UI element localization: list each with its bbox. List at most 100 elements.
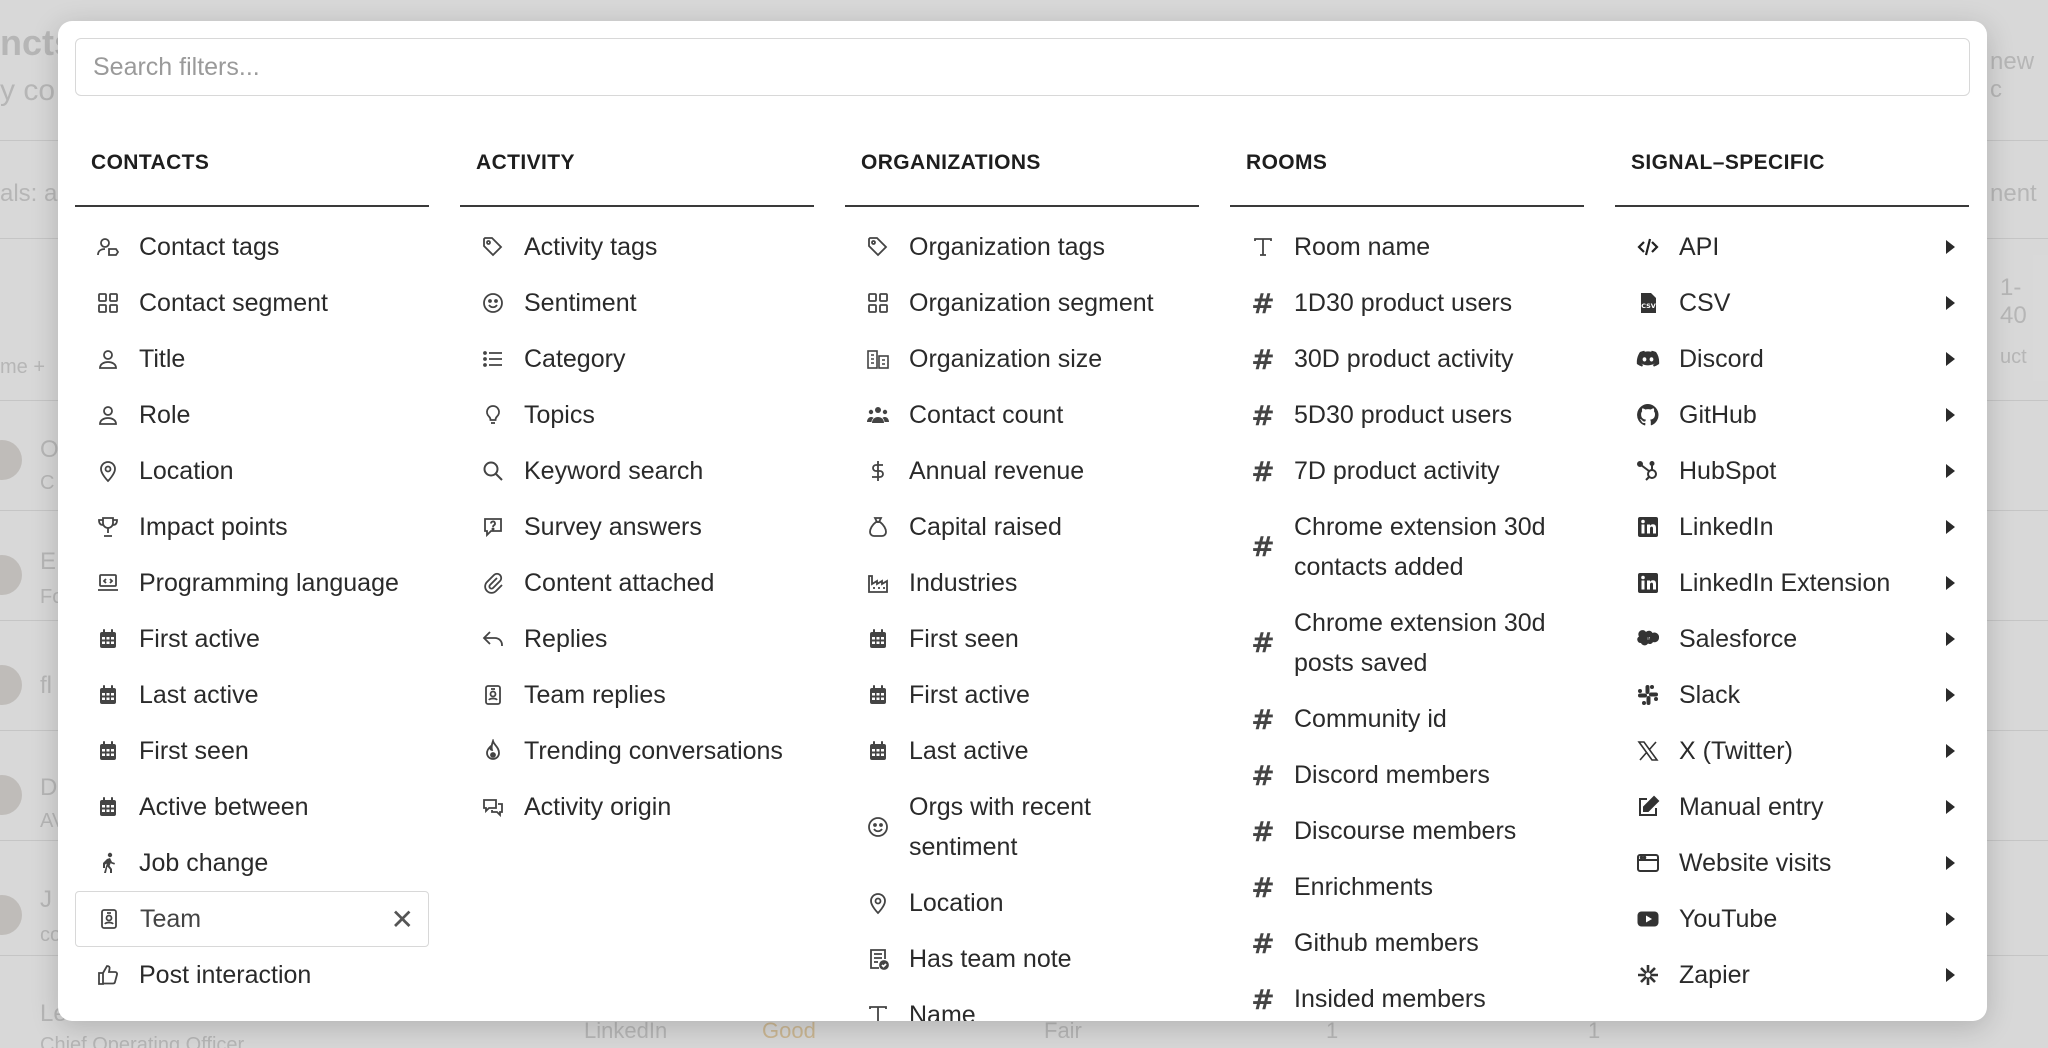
filter-option[interactable]: YouTube bbox=[1615, 891, 1969, 947]
filter-option[interactable]: # Github members bbox=[1230, 915, 1584, 971]
filter-option-label: HubSpot bbox=[1679, 456, 1777, 485]
filter-option[interactable]: API bbox=[1615, 219, 1969, 275]
filter-option[interactable]: First seen bbox=[845, 611, 1199, 667]
id-badge-icon bbox=[94, 904, 124, 934]
filter-option[interactable]: #30D product activity bbox=[1230, 331, 1584, 387]
hubspot-icon bbox=[1633, 456, 1663, 486]
filter-option[interactable]: # Community id bbox=[1230, 691, 1584, 747]
calendar-icon bbox=[863, 624, 893, 654]
filter-option[interactable]: Job change bbox=[75, 835, 429, 891]
filter-option[interactable]: Name bbox=[845, 987, 1199, 1021]
filter-option[interactable]: #1D30 product users bbox=[1230, 275, 1584, 331]
filter-option[interactable]: Sentiment bbox=[460, 275, 814, 331]
filter-option[interactable]: Impact points bbox=[75, 499, 429, 555]
filter-option[interactable]: # Discord members bbox=[1230, 747, 1584, 803]
filter-option[interactable]: Last active bbox=[75, 667, 429, 723]
filter-option[interactable]: Replies bbox=[460, 611, 814, 667]
filter-option[interactable]: Organization tags bbox=[845, 219, 1199, 275]
filter-option-label: Manual entry bbox=[1679, 792, 1824, 821]
filter-option[interactable]: Topics bbox=[460, 387, 814, 443]
filter-option[interactable]: Organization size bbox=[845, 331, 1199, 387]
filter-option[interactable]: # Discourse members bbox=[1230, 803, 1584, 859]
column-header: SIGNAL–SPECIFIC bbox=[1615, 121, 1969, 207]
filter-option[interactable]: Location bbox=[845, 875, 1199, 931]
filter-option-label: Community id bbox=[1294, 704, 1447, 733]
text-icon bbox=[863, 1000, 893, 1021]
question-message-icon bbox=[478, 512, 508, 542]
filter-option[interactable]: # Chrome extension 30d posts saved bbox=[1230, 595, 1584, 691]
filter-option[interactable]: # Chrome extension 30d contacts added bbox=[1230, 499, 1584, 595]
filter-option[interactable]: # Insided members bbox=[1230, 971, 1584, 1021]
filter-column: SIGNAL–SPECIFIC API CSV CSV Discord GitHub Hub… bbox=[1615, 121, 1969, 1003]
filter-option[interactable]: Contact segment bbox=[75, 275, 429, 331]
filter-option[interactable]: Survey answers bbox=[460, 499, 814, 555]
filter-option[interactable]: # Enrichments bbox=[1230, 859, 1584, 915]
filter-option[interactable]: Role bbox=[75, 387, 429, 443]
thumbs-up-icon bbox=[93, 960, 123, 990]
submenu-caret-icon bbox=[1946, 744, 1955, 758]
filter-option[interactable]: Contact tags bbox=[75, 219, 429, 275]
filter-option[interactable]: HubSpot bbox=[1615, 443, 1969, 499]
smile-icon bbox=[478, 288, 508, 318]
filter-option[interactable]: Activity level bbox=[75, 1003, 429, 1022]
filter-option[interactable]: Programming language bbox=[75, 555, 429, 611]
filter-option[interactable]: Content attached bbox=[460, 555, 814, 611]
hashtag-icon: # bbox=[1251, 342, 1275, 376]
filter-option[interactable]: Keyword search bbox=[460, 443, 814, 499]
code-icon bbox=[1633, 232, 1663, 262]
filter-option[interactable]: Team replies bbox=[460, 667, 814, 723]
filter-option[interactable]: Activity origin bbox=[460, 779, 814, 835]
filter-option[interactable]: Website visits bbox=[1615, 835, 1969, 891]
filter-option[interactable]: Manual entry bbox=[1615, 779, 1969, 835]
filter-option[interactable]: Discord bbox=[1615, 331, 1969, 387]
filter-option[interactable]: Trending conversations bbox=[460, 723, 814, 779]
filter-option[interactable]: Annual revenue bbox=[845, 443, 1199, 499]
filter-option[interactable]: Organization segment bbox=[845, 275, 1199, 331]
filter-option[interactable]: First active bbox=[845, 667, 1199, 723]
filter-column: ORGANIZATIONS Organization tags Organizati… bbox=[845, 121, 1199, 1021]
filter-option-label: GitHub bbox=[1679, 400, 1757, 429]
filter-option[interactable]: Room name bbox=[1230, 219, 1584, 275]
filter-option[interactable]: X (Twitter) bbox=[1615, 723, 1969, 779]
filter-option[interactable]: Zapier bbox=[1615, 947, 1969, 1003]
filter-option-label: CSV bbox=[1679, 288, 1731, 317]
filter-option[interactable]: Location bbox=[75, 443, 429, 499]
filter-option-label: Github members bbox=[1294, 928, 1479, 957]
submenu-caret-icon bbox=[1946, 520, 1955, 534]
submenu-caret-icon bbox=[1946, 688, 1955, 702]
filter-option[interactable]: Category bbox=[460, 331, 814, 387]
filter-option[interactable]: Slack bbox=[1615, 667, 1969, 723]
filter-option[interactable]: GitHub bbox=[1615, 387, 1969, 443]
filter-option[interactable]: Last active bbox=[845, 723, 1199, 779]
filter-option[interactable]: Industries bbox=[845, 555, 1199, 611]
filter-option[interactable]: sf Salesforce bbox=[1615, 611, 1969, 667]
filter-option[interactable]: #5D30 product users bbox=[1230, 387, 1584, 443]
filter-option[interactable]: First seen bbox=[75, 723, 429, 779]
filter-option[interactable]: Team ✕ bbox=[75, 891, 429, 947]
filter-option[interactable]: Contact count bbox=[845, 387, 1199, 443]
filter-option-label: Organization segment bbox=[909, 288, 1154, 317]
submenu-caret-icon bbox=[1946, 576, 1955, 590]
filter-search-input[interactable] bbox=[75, 38, 1970, 96]
filter-option-label: Post interaction bbox=[139, 960, 312, 989]
filter-option[interactable]: #7D product activity bbox=[1230, 443, 1584, 499]
filter-option[interactable]: LinkedIn Extension bbox=[1615, 555, 1969, 611]
filter-option[interactable]: Orgs with recent sentiment bbox=[845, 779, 1199, 875]
filter-option-label: Impact points bbox=[139, 512, 288, 541]
filter-option-label: Industries bbox=[909, 568, 1018, 597]
filter-option-label: 7D product activity bbox=[1294, 456, 1500, 485]
paperclip-icon bbox=[478, 568, 508, 598]
filter-option[interactable]: Capital raised bbox=[845, 499, 1199, 555]
filter-option[interactable]: Has team note bbox=[845, 931, 1199, 987]
filter-option[interactable]: Post interaction bbox=[75, 947, 429, 1003]
filter-option[interactable]: CSV CSV bbox=[1615, 275, 1969, 331]
filter-option[interactable]: Title bbox=[75, 331, 429, 387]
filter-option[interactable]: LinkedIn bbox=[1615, 499, 1969, 555]
filter-option[interactable]: Active between bbox=[75, 779, 429, 835]
text-icon bbox=[1248, 232, 1278, 262]
remove-filter-icon[interactable]: ✕ bbox=[391, 903, 414, 936]
filter-option[interactable]: First active bbox=[75, 611, 429, 667]
submenu-caret-icon bbox=[1946, 352, 1955, 366]
filter-option[interactable]: Activity tags bbox=[460, 219, 814, 275]
filter-picker-panel: CONTACTS Contact tags Contact segment Title… bbox=[58, 21, 1987, 1021]
